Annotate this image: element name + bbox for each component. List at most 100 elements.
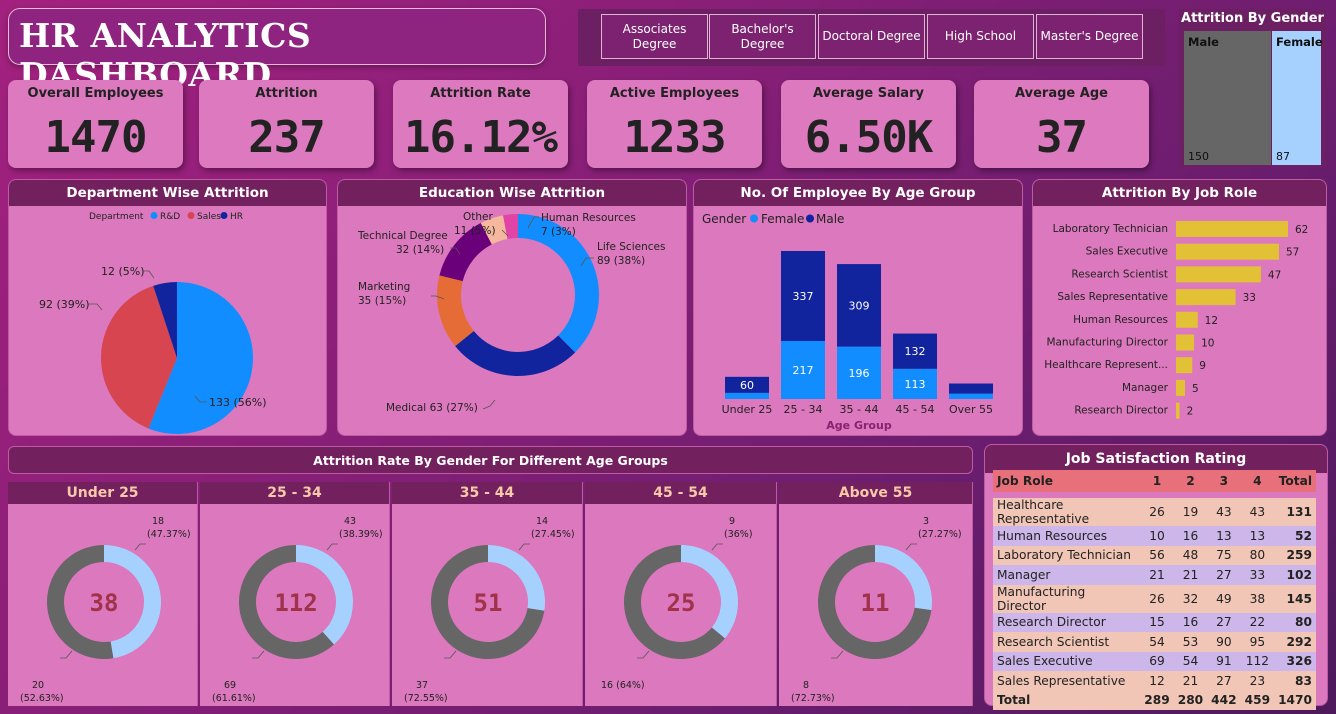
legend-item-hr: HR: [230, 212, 243, 222]
y-tick-label: Research Director: [1074, 405, 1168, 417]
donut-chart: 112 43 (38.39%) 69 (61.61%): [212, 516, 383, 704]
donut-card-45-54: 45 - 54 25 9 (36%) 16 (64%): [585, 482, 777, 706]
row-label-cell: Total: [993, 690, 1141, 710]
donut-chart: 38 18 (47.37%) 20 (52.63%): [20, 516, 191, 704]
filter-high-school[interactable]: High School: [927, 14, 1034, 59]
value-cell: 26: [1140, 498, 1174, 526]
donut-chart: 51 14 (27.45%) 37 (72.55%): [404, 516, 575, 704]
filter-associates-degree[interactable]: Associates Degree: [601, 14, 708, 59]
legend-item-rd: R&D: [160, 212, 180, 222]
donut-card-title: Above 55: [779, 482, 972, 504]
filter-masters-degree[interactable]: Master's Degree: [1036, 14, 1143, 59]
bar-value-label: 12: [1205, 315, 1218, 327]
value-cell: 23: [1240, 671, 1275, 691]
leader-line: [326, 543, 338, 551]
bar-human-resources[interactable]: [1176, 311, 1198, 328]
leader-line: [711, 543, 723, 551]
kpi-average-age: Average Age 37: [974, 80, 1149, 168]
bar-manager[interactable]: [1176, 379, 1186, 396]
value-cell: 289: [1140, 690, 1174, 710]
male-value: 150: [1188, 150, 1209, 163]
value-cell: 53: [1173, 632, 1208, 652]
bar-label: 309: [849, 299, 870, 312]
leader-line: [60, 650, 73, 659]
value-cell: 259: [1274, 545, 1316, 565]
bar-healthcare-represent[interactable]: [1176, 357, 1193, 374]
male-label: Male: [1188, 35, 1219, 49]
kpi-attrition: Attrition 237: [199, 80, 374, 168]
legend-item-male: Male: [816, 212, 844, 226]
value-cell: 1470: [1274, 690, 1316, 710]
kpi-label: Attrition Rate: [430, 86, 531, 101]
bar-sales-representative[interactable]: [1176, 289, 1236, 306]
slice-label-life-sciences-value: 89 (38%): [597, 255, 645, 267]
row-label-cell: Sales Representative: [993, 671, 1141, 691]
donut-slice-medical[interactable]: [455, 330, 576, 376]
donut-center-total: 51: [474, 589, 503, 617]
female-value-label: 3: [923, 516, 929, 527]
table-row: Research Director 15 16 27 22 80: [993, 612, 1316, 632]
donut-center-total: 11: [861, 589, 890, 617]
bar-male-over-55[interactable]: [949, 383, 993, 394]
slice-label-rd: 133 (56%): [209, 396, 267, 409]
female-value: 87: [1276, 150, 1290, 163]
kpi-value: 37: [1036, 112, 1088, 163]
bar-value-label: 47: [1268, 269, 1281, 281]
bar-value-label: 2: [1187, 406, 1194, 418]
table-row: Laboratory Technician 56 48 75 80 259: [993, 545, 1316, 565]
value-cell: 91: [1207, 651, 1241, 671]
y-tick-label: Manager: [1122, 382, 1169, 394]
donut-center-total: 112: [274, 589, 317, 617]
table-row: Manufacturing Director 26 32 49 38 145: [993, 584, 1316, 613]
filter-bachelors-degree[interactable]: Bachelor's Degree: [709, 14, 816, 59]
panel-title: No. Of Employee By Age Group: [694, 180, 1022, 206]
bar-laboratory-technician[interactable]: [1176, 221, 1288, 237]
leader-line: [831, 650, 844, 659]
bar-research-director[interactable]: [1176, 402, 1180, 419]
value-cell: 49: [1207, 584, 1241, 613]
table-row: Research Scientist 54 53 90 95 292: [993, 632, 1316, 652]
panel-title: Attrition By Gender: [1181, 11, 1324, 26]
value-cell: 21: [1173, 565, 1208, 585]
value-cell: 3: [1207, 470, 1241, 492]
female-value-label: (36%): [724, 529, 753, 540]
bar-label: 337: [793, 290, 814, 303]
value-cell: 75: [1207, 545, 1241, 565]
panel-title: Attrition Rate By Gender For Different A…: [313, 453, 668, 468]
donut-chart: 11 3 (27.27%) 8 (72.73%): [791, 516, 962, 704]
male-bar[interactable]: Male 150: [1184, 31, 1271, 165]
female-value-label: (38.39%): [339, 529, 383, 540]
value-cell: 459: [1240, 690, 1275, 710]
value-cell: 1: [1140, 470, 1174, 492]
education-attrition-panel: Education Wise Attrition Life Sciences 8…: [337, 179, 687, 436]
row-label-cell: Human Resources: [993, 526, 1141, 546]
table-row: Manager 21 21 27 33 102: [993, 565, 1316, 585]
legend-title: Department: [89, 212, 144, 222]
y-tick-label: Laboratory Technician: [1053, 223, 1168, 235]
bar-female-under-25[interactable]: [725, 392, 769, 399]
value-cell: 13: [1240, 526, 1275, 546]
donut-center-total: 25: [667, 589, 696, 617]
value-cell: 442: [1207, 690, 1241, 710]
value-cell: 19: [1173, 498, 1208, 526]
department-pie-chart: Department R&D Sales HR 133 (56%) 92 (39…: [39, 212, 267, 434]
bar-research-scientist[interactable]: [1176, 266, 1261, 283]
bar-label: 113: [905, 378, 926, 391]
slice-label-technical-degree-value: 32 (14%): [396, 244, 444, 256]
female-bar[interactable]: Female 87: [1272, 31, 1323, 165]
panel-title: Department Wise Attrition: [9, 180, 326, 206]
slice-label-marketing: Marketing: [358, 281, 410, 293]
bar-female-over-55[interactable]: [949, 393, 993, 399]
filter-doctoral-degree[interactable]: Doctoral Degree: [818, 14, 925, 59]
bar-manufacturing-director[interactable]: [1176, 334, 1195, 351]
bar-sales-executive[interactable]: [1176, 243, 1279, 260]
donut-card-25-34: 25 - 34 112 43 (38.39%) 69 (61.61%): [200, 482, 390, 706]
donut-card-under-25: Under 25 38 18 (47.37%) 20 (52.63%): [8, 482, 198, 706]
row-label-cell: Research Scientist: [993, 632, 1141, 652]
bar-value-label: 5: [1192, 383, 1199, 395]
row-label-cell: Laboratory Technician: [993, 545, 1141, 565]
value-cell: 38: [1240, 584, 1275, 613]
value-cell: 131: [1274, 498, 1316, 526]
y-tick-label: Human Resources: [1073, 314, 1168, 326]
value-cell: 10: [1140, 526, 1174, 546]
